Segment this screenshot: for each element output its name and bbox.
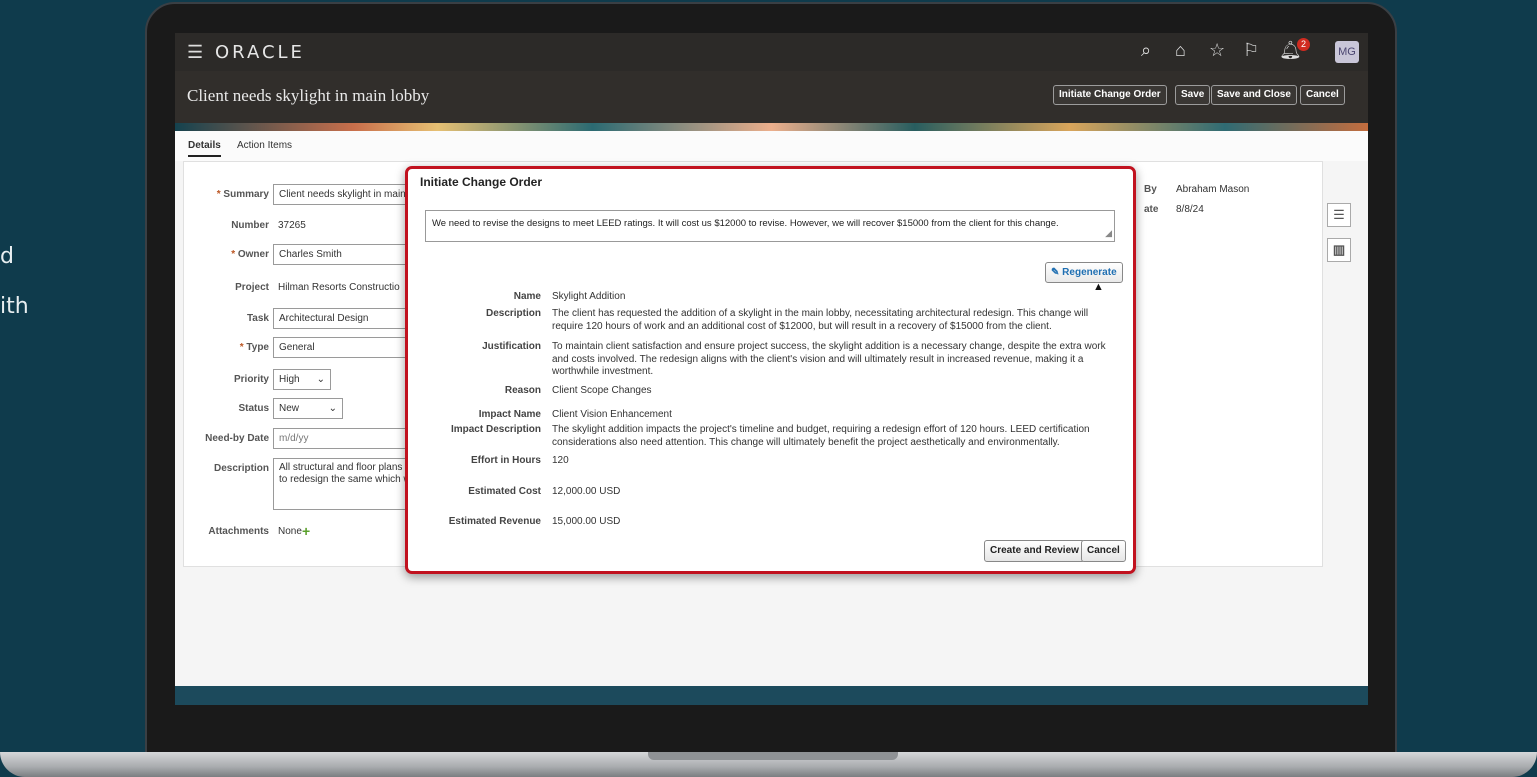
need-by-date-input[interactable]: m/d/yy — [273, 428, 413, 449]
type-label: * Type — [239, 342, 269, 353]
priority-label: Priority — [233, 374, 269, 385]
side-caption-line-1: d — [0, 244, 14, 269]
impact-description-value: The skylight addition impacts the projec… — [552, 424, 1090, 448]
estimated-revenue-label: Estimated Revenue — [448, 516, 541, 527]
save-button[interactable]: Save — [1175, 85, 1211, 105]
regenerate-button[interactable]: ✎ Regenerate — [1045, 262, 1123, 283]
chevron-down-icon: ⌄ — [316, 374, 325, 385]
chevron-down-icon: ⌄ — [328, 403, 337, 414]
name-value: Skylight Addition — [552, 291, 626, 302]
flag-icon[interactable]: ⚐ — [1243, 40, 1259, 61]
impact-description-label: Impact Description — [450, 424, 541, 435]
description-label: Description — [213, 463, 269, 474]
notification-badge: 2 — [1297, 38, 1310, 51]
project-label: Project — [235, 282, 269, 293]
owner-label: * Owner — [231, 249, 269, 260]
tab-action-items[interactable]: Action Items — [237, 140, 292, 151]
prompt-textarea[interactable]: We need to revise the designs to meet LE… — [425, 210, 1115, 242]
justification-label: Justification — [482, 341, 541, 352]
cancel-button[interactable]: Cancel — [1300, 85, 1345, 105]
impact-name-label: Impact Name — [478, 409, 541, 420]
need-by-date-label: Need-by Date — [205, 433, 269, 444]
creation-date-label: ate — [1144, 204, 1159, 215]
page-title: Client needs skylight in main lobby — [187, 86, 430, 105]
reason-label: Reason — [504, 385, 541, 396]
description-label: Description — [485, 308, 541, 319]
status-label: Status — [238, 403, 269, 414]
description-textarea[interactable]: All structural and floor plans a to rede… — [273, 458, 413, 510]
priority-select[interactable]: High ⌄ — [273, 369, 331, 390]
created-by-label: By — [1144, 184, 1157, 195]
initiate-change-order-dialog: Initiate Change Order We need to revise … — [405, 166, 1136, 574]
tab-bar: Details Action Items — [175, 131, 1368, 161]
owner-input[interactable]: Charles Smith — [273, 244, 413, 265]
add-attachment-icon[interactable]: + — [302, 523, 310, 539]
number-value: 37265 — [278, 220, 306, 231]
dialog-cancel-button[interactable]: Cancel — [1081, 540, 1126, 562]
attachments-label: Attachments — [208, 526, 269, 537]
analytics-chart-icon[interactable]: ▥ — [1327, 238, 1351, 262]
estimated-cost-label: Estimated Cost — [468, 486, 541, 497]
effort-hours-value: 120 — [552, 455, 569, 466]
created-by-value: Abraham Mason — [1176, 184, 1250, 195]
task-label: Task — [246, 313, 269, 324]
global-header: ☰ ORACLE ⌕ ⌂ ☆ ⚐ 🔔︎ 2 MG — [175, 33, 1368, 71]
dialog-title: Initiate Change Order — [420, 175, 543, 189]
task-input[interactable]: Architectural Design — [273, 308, 413, 329]
effort-hours-label: Effort in Hours — [471, 455, 541, 466]
menu-icon[interactable]: ☰ — [187, 42, 203, 63]
tab-details[interactable]: Details — [188, 140, 221, 157]
favorites-star-icon[interactable]: ☆ — [1209, 40, 1225, 61]
magic-wand-icon: ✎ — [1051, 267, 1063, 278]
estimated-revenue-value: 15,000.00 USD — [552, 516, 621, 527]
name-label: Name — [513, 291, 541, 302]
oracle-logo: ORACLE — [215, 42, 305, 63]
resize-handle-icon[interactable]: ◢ — [1105, 228, 1112, 239]
status-select[interactable]: New ⌄ — [273, 398, 343, 419]
type-input[interactable]: General — [273, 337, 413, 358]
laptop-notch — [648, 752, 898, 760]
number-label: Number — [231, 220, 269, 231]
description-value: The client has requested the addition of… — [552, 308, 1089, 332]
document-panel-icon[interactable]: ☰ — [1327, 203, 1351, 227]
estimated-cost-value: 12,000.00 USD — [552, 486, 621, 497]
create-and-review-button[interactable]: Create and Review — [984, 540, 1085, 562]
decorative-banner — [175, 123, 1368, 131]
reason-value: Client Scope Changes — [552, 385, 652, 396]
prompt-text: We need to revise the designs to meet LE… — [432, 218, 1059, 229]
justification-value: To maintain client satisfaction and ensu… — [552, 341, 1106, 377]
page-header: Client needs skylight in main lobby Init… — [175, 71, 1368, 123]
summary-label: * Summary — [216, 189, 269, 200]
user-avatar[interactable]: MG — [1335, 41, 1359, 63]
attachments-value: None — [278, 526, 302, 537]
app-screen: ☰ ORACLE ⌕ ⌂ ☆ ⚐ 🔔︎ 2 MG Client needs sk… — [175, 33, 1368, 705]
search-icon[interactable]: ⌕ — [1141, 40, 1151, 61]
save-and-close-button[interactable]: Save and Close — [1211, 85, 1297, 105]
footer-band — [175, 686, 1368, 705]
summary-input[interactable]: Client needs skylight in main l — [273, 184, 413, 205]
project-value[interactable]: Hilman Resorts Constructio — [278, 282, 400, 293]
home-icon[interactable]: ⌂ — [1175, 40, 1186, 61]
creation-date-value: 8/8/24 — [1176, 204, 1204, 215]
side-caption-line-2: ith — [0, 294, 29, 319]
impact-name-value: Client Vision Enhancement — [552, 409, 672, 420]
initiate-change-order-button[interactable]: Initiate Change Order — [1053, 85, 1167, 105]
